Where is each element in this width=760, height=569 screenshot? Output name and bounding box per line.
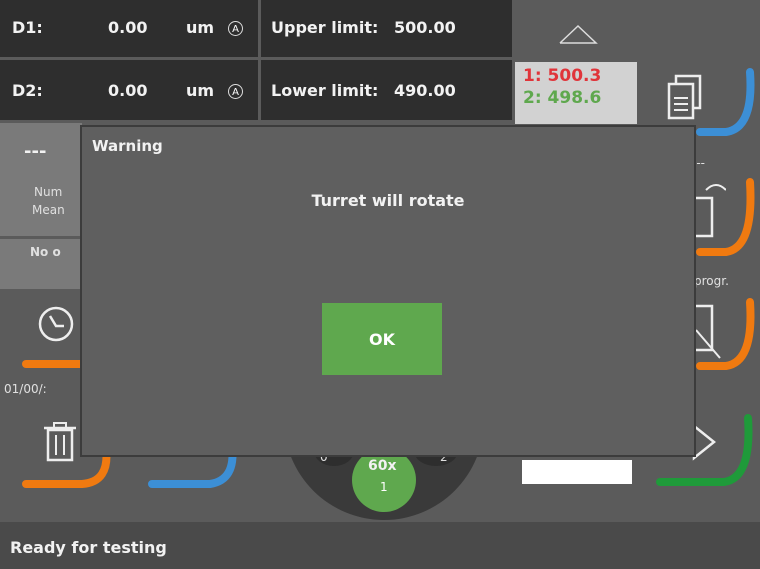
- timer-button[interactable]: [22, 300, 84, 372]
- d2-mode-badge[interactable]: A: [228, 84, 243, 99]
- status-text: Ready for testing: [10, 538, 167, 557]
- orange-hook-right: [696, 178, 755, 256]
- dialog-title: Warning: [92, 137, 163, 155]
- reading-1: 1: 500.3: [523, 66, 602, 86]
- no-outlier-panel: No o: [0, 239, 82, 289]
- d1-mode-badge[interactable]: A: [228, 21, 243, 36]
- turret-active-position[interactable]: 60x 1: [352, 448, 416, 512]
- status-bar: Ready for testing: [0, 522, 760, 569]
- scroll-up-button[interactable]: [515, 0, 640, 57]
- d1-row: D1: 0.00 um A: [0, 0, 258, 57]
- upper-limit-value: 500.00: [394, 18, 456, 37]
- d2-label: D2:: [12, 81, 43, 100]
- upper-limit-label: Upper limit:: [271, 18, 379, 37]
- stats-panel: --- Num Mean: [0, 123, 82, 236]
- lower-limit-label: Lower limit:: [271, 81, 379, 100]
- upper-limit-row[interactable]: Upper limit: 500.00: [261, 0, 512, 57]
- d2-value: 0.00: [108, 81, 148, 100]
- dialog-message: Turret will rotate: [311, 191, 465, 210]
- d2-unit: um: [186, 81, 215, 100]
- orange-underline: [22, 360, 84, 368]
- no-label: No o: [30, 245, 61, 259]
- mean-label: Mean: [32, 203, 65, 217]
- d2-row: D2: 0.00 um A: [0, 60, 258, 120]
- lower-limit-value: 490.00: [394, 81, 456, 100]
- white-field: [522, 460, 632, 484]
- ok-button[interactable]: OK: [322, 303, 442, 375]
- chevron-up-icon: [559, 24, 598, 44]
- stats-dashes: ---: [24, 141, 47, 162]
- turret-label: 60x: [368, 458, 397, 474]
- clock-icon: [38, 306, 74, 342]
- blue-hook-right: [696, 68, 755, 136]
- d1-unit: um: [186, 18, 215, 37]
- d1-value: 0.00: [108, 18, 148, 37]
- readings-box: 1: 500.3 2: 498.6: [515, 62, 637, 124]
- progr-text: progr.: [694, 274, 729, 288]
- reading-2: 2: 498.6: [523, 88, 602, 108]
- date-text: 01/00/:: [4, 382, 47, 396]
- orange-hook-right-2: [696, 298, 755, 370]
- warning-dialog: Warning Turret will rotate OK: [80, 125, 696, 457]
- d1-label: D1:: [12, 18, 43, 37]
- num-label: Num: [34, 185, 63, 199]
- lower-limit-row[interactable]: Lower limit: 490.00: [261, 60, 512, 120]
- turret-position: 1: [380, 480, 388, 494]
